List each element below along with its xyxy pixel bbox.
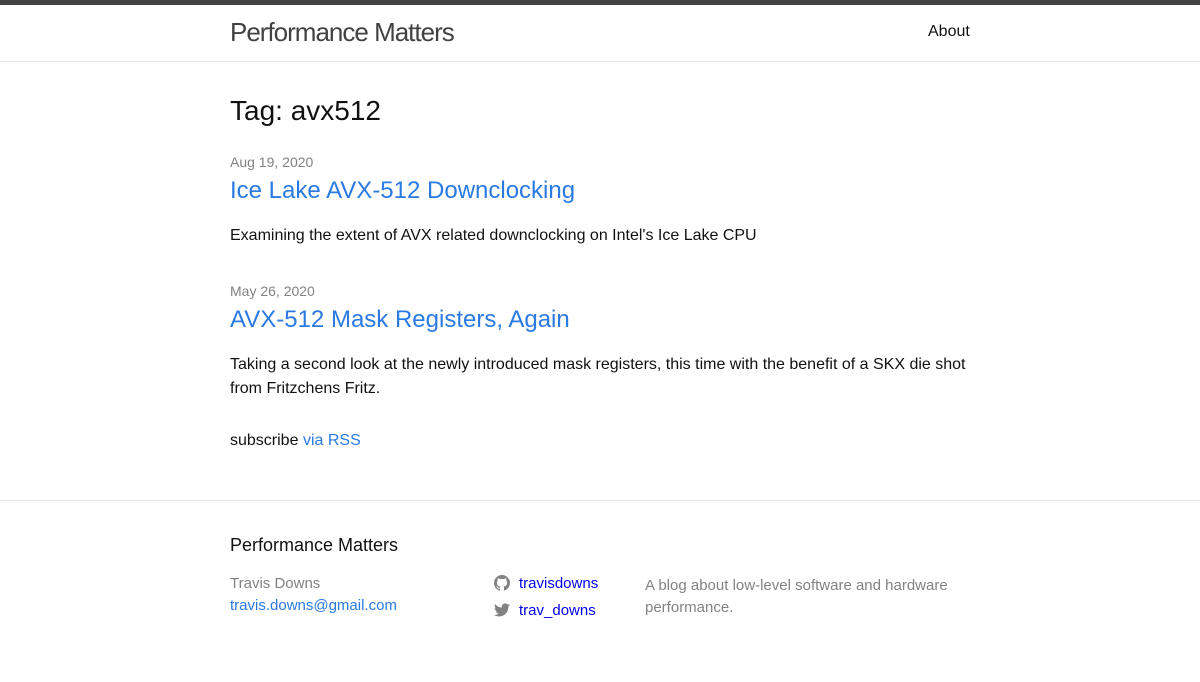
post-excerpt: Taking a second look at the newly introd…	[230, 356, 966, 397]
footer-description: A blog about low-level software and hard…	[645, 577, 948, 616]
page-title: Tag: avx512	[230, 95, 381, 126]
subscribe-line: subscribe via RSS	[230, 432, 361, 450]
github-username: travisdowns	[519, 575, 599, 592]
twitter-username: trav_downs	[519, 602, 596, 619]
site-footer: Performance Matters Travis Downs travis.…	[0, 500, 1200, 682]
footer-email-link[interactable]: travis.downs@gmail.com	[230, 597, 397, 614]
footer-author-name: Travis Downs	[230, 575, 321, 592]
post-date: May 26, 2020	[230, 283, 315, 299]
site-title-link[interactable]: Performance Matters	[230, 17, 455, 48]
footer-title: Performance Matters	[230, 535, 399, 555]
post-title-link[interactable]: Ice Lake AVX-512 Downclocking	[230, 177, 575, 205]
subscribe-label: subscribe	[230, 432, 299, 449]
twitter-icon	[494, 603, 510, 617]
nav-about-link[interactable]: About	[928, 23, 970, 41]
post-date: Aug 19, 2020	[230, 154, 314, 170]
site-header: Performance Matters About	[0, 5, 1200, 62]
rss-link[interactable]: via RSS	[303, 432, 361, 449]
github-icon	[494, 575, 510, 591]
post-title-link[interactable]: AVX-512 Mask Registers, Again	[230, 306, 570, 334]
post-excerpt: Examining the extent of AVX related down…	[230, 227, 757, 244]
